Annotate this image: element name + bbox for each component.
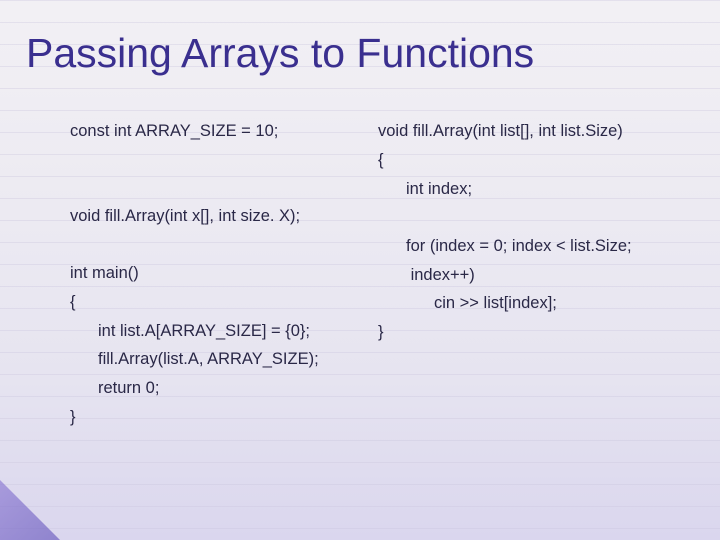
- code-line: index++): [378, 261, 700, 290]
- code-line: int list.A[ARRAY_SIZE] = {0};: [70, 317, 360, 346]
- code-line: const int ARRAY_SIZE = 10;: [70, 117, 360, 146]
- code-line: for (index = 0; index < list.Size;: [378, 232, 700, 261]
- code-column-left: const int ARRAY_SIZE = 10; void fill.Arr…: [70, 117, 360, 432]
- code-line: void fill.Array(int list[], int list.Siz…: [378, 117, 700, 146]
- code-line: cin >> list[index];: [378, 289, 700, 318]
- code-line: int main(): [70, 259, 360, 288]
- code-line: fill.Array(list.A, ARRAY_SIZE);: [70, 345, 360, 374]
- content-columns: const int ARRAY_SIZE = 10; void fill.Arr…: [0, 93, 720, 432]
- corner-accent: [0, 480, 60, 540]
- code-line: {: [70, 288, 360, 317]
- code-line: {: [378, 146, 700, 175]
- code-line: }: [70, 403, 360, 432]
- code-line: int index;: [378, 175, 700, 204]
- code-line: return 0;: [70, 374, 360, 403]
- slide-title: Passing Arrays to Functions: [0, 0, 720, 93]
- code-line: }: [378, 318, 700, 347]
- code-line: void fill.Array(int x[], int size. X);: [70, 202, 360, 231]
- code-column-right: void fill.Array(int list[], int list.Siz…: [378, 117, 700, 432]
